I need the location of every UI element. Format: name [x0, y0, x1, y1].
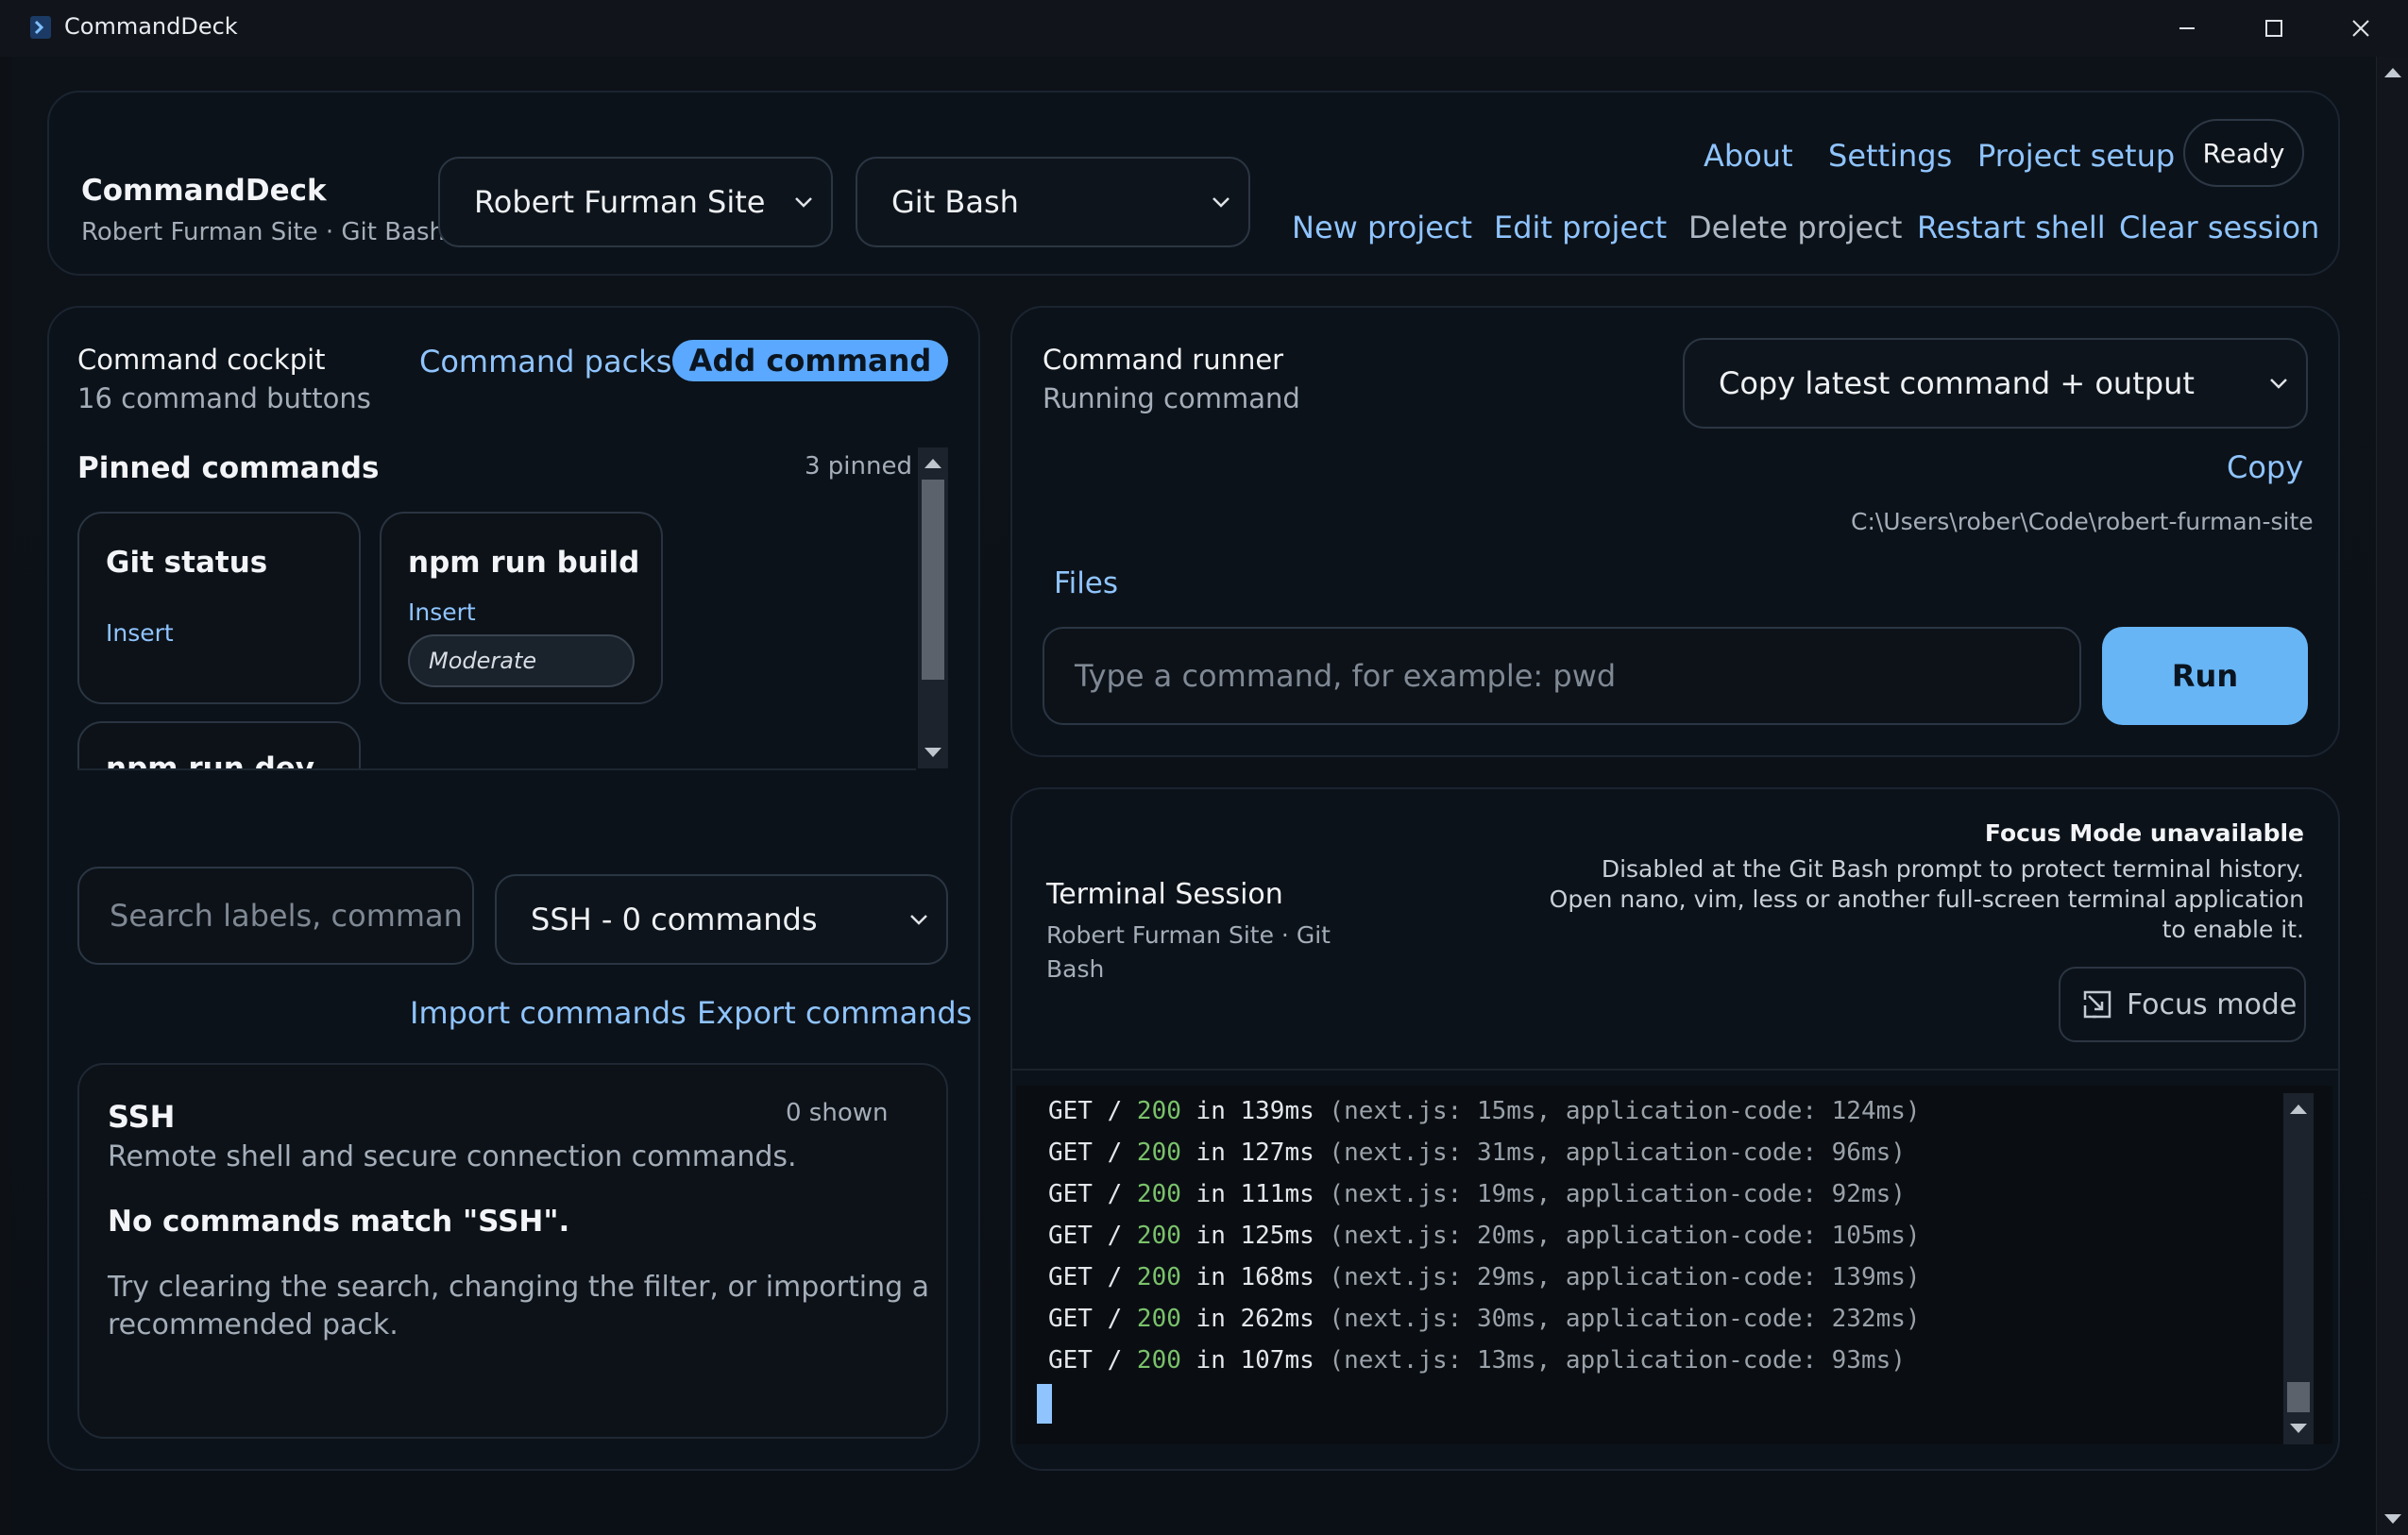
group-name: SSH — [108, 1099, 176, 1135]
terminal-line: GET / 200 in 262ms (next.js: 30ms, appli… — [1048, 1305, 1921, 1333]
terminal-scrollbar[interactable] — [2283, 1093, 2314, 1444]
cockpit-count: 16 command buttons — [77, 382, 371, 414]
terminal-line: GET / 200 in 139ms (next.js: 15ms, appli… — [1048, 1097, 1921, 1125]
status-badge: Ready — [2183, 119, 2304, 187]
close-icon — [2352, 20, 2369, 37]
header-subtitle: Robert Furman Site · Git Bash — [81, 218, 446, 246]
empty-state-hint: Try clearing the search, changing the fi… — [108, 1271, 930, 1304]
files-link[interactable]: Files — [1054, 566, 1118, 600]
focus-mode-label: Focus mode — [2127, 987, 2298, 1021]
shell-select-value: Git Bash — [891, 184, 1019, 220]
pinned-command-name: npm run dev — [106, 751, 314, 770]
terminal-line: GET / 200 in 168ms (next.js: 29ms, appli… — [1048, 1263, 1921, 1291]
project-setup-link[interactable]: Project setup — [1977, 138, 2175, 174]
terminal-line: GET / 200 in 125ms (next.js: 20ms, appli… — [1048, 1222, 1921, 1250]
delete-project-link[interactable]: Delete project — [1688, 210, 1902, 245]
chevron-down-icon — [910, 915, 927, 925]
close-button[interactable] — [2323, 8, 2399, 49]
scroll-down-icon[interactable] — [2290, 1424, 2307, 1433]
pinned-command-card[interactable]: Git status Insert — [77, 512, 361, 704]
command-filter-select[interactable]: SSH - 0 commands — [495, 874, 948, 965]
chevron-down-icon — [2270, 379, 2287, 389]
terminal-title: Terminal Session — [1046, 878, 1283, 911]
pinned-count: 3 pinned — [805, 452, 912, 481]
scroll-down-icon[interactable] — [2384, 1514, 2401, 1524]
terminal-line: GET / 200 in 107ms (next.js: 13ms, appli… — [1048, 1346, 1906, 1375]
import-commands-link[interactable]: Import commands — [410, 995, 687, 1031]
chevron-down-icon — [795, 197, 812, 208]
pinned-scrollbar[interactable] — [918, 447, 948, 768]
settings-link[interactable]: Settings — [1828, 138, 1952, 174]
terminal-divider — [1012, 1069, 2338, 1071]
command-group-card: SSH 0 shown Remote shell and secure conn… — [77, 1063, 948, 1439]
terminal-line: GET / 200 in 127ms (next.js: 31ms, appli… — [1048, 1139, 1906, 1167]
window-title: CommandDeck — [64, 13, 238, 40]
window-edge — [0, 57, 11, 1535]
window-scrollbar[interactable] — [2376, 57, 2408, 1535]
about-link[interactable]: About — [1704, 138, 1793, 174]
new-project-link[interactable]: New project — [1292, 210, 1472, 245]
terminal-subtitle-continued: Bash — [1046, 955, 1105, 983]
insert-link[interactable]: Insert — [408, 599, 476, 626]
filter-select-value: SSH - 0 commands — [531, 902, 818, 937]
focus-mode-note-2: Open nano, vim, less or another full-scr… — [1549, 886, 2304, 913]
add-command-button[interactable]: Add command — [672, 340, 948, 381]
focus-mode-note: Disabled at the Git Bash prompt to prote… — [1601, 855, 2304, 883]
expand-icon — [2083, 990, 2111, 1019]
app-name: CommandDeck — [81, 174, 327, 208]
minimize-icon — [2179, 27, 2195, 29]
restart-shell-link[interactable]: Restart shell — [1917, 210, 2106, 245]
project-select[interactable]: Robert Furman Site — [438, 157, 833, 247]
cockpit-title: Command cockpit — [77, 344, 326, 376]
shell-select[interactable]: Git Bash — [856, 157, 1250, 247]
maximize-button[interactable] — [2236, 8, 2312, 49]
scroll-down-icon[interactable] — [924, 748, 941, 757]
pinned-heading: Pinned commands — [77, 451, 380, 485]
runner-status: Running command — [1043, 382, 1300, 414]
export-commands-link[interactable]: Export commands — [697, 995, 972, 1031]
copy-button[interactable]: Copy — [2227, 449, 2303, 485]
insert-link[interactable]: Insert — [106, 619, 174, 647]
focus-mode-note-3: to enable it. — [2162, 916, 2304, 943]
terminal-subtitle: Robert Furman Site · Git — [1046, 921, 1331, 949]
scroll-thumb[interactable] — [922, 480, 944, 680]
command-search-input[interactable]: Search labels, comman — [77, 867, 474, 965]
chevron-down-icon — [1212, 197, 1229, 208]
group-shown-count: 0 shown — [786, 1099, 889, 1127]
pinned-commands-list: Git status Insert npm run build Insert M… — [77, 502, 916, 770]
pinned-command-card[interactable]: npm run dev — [77, 721, 361, 770]
command-input[interactable]: Type a command, for example: pwd — [1043, 627, 2081, 725]
focus-mode-title: Focus Mode unavailable — [1984, 819, 2304, 847]
runner-title: Command runner — [1043, 344, 1284, 376]
project-select-value: Robert Furman Site — [474, 184, 766, 220]
risk-badge: Moderate — [408, 634, 635, 687]
edit-project-link[interactable]: Edit project — [1494, 210, 1667, 245]
group-description: Remote shell and secure connection comma… — [108, 1140, 797, 1173]
scroll-thumb[interactable] — [2287, 1382, 2310, 1412]
minimize-button[interactable] — [2149, 8, 2225, 49]
app-logo-icon — [30, 16, 51, 39]
working-directory-path: C:\Users\rober\Code\robert-furman-site — [1851, 508, 2314, 535]
pinned-command-name: npm run build — [408, 546, 640, 580]
window-titlebar — [0, 0, 2408, 57]
pinned-command-name: Git status — [106, 546, 268, 580]
scroll-up-icon[interactable] — [924, 459, 941, 468]
maximize-icon — [2265, 20, 2282, 37]
scroll-up-icon[interactable] — [2290, 1105, 2307, 1114]
focus-mode-button[interactable]: Focus mode — [2059, 967, 2306, 1042]
copy-mode-select[interactable]: Copy latest command + output — [1683, 338, 2308, 429]
empty-state-title: No commands match "SSH". — [108, 1205, 570, 1239]
empty-state-hint-continued: recommended pack. — [108, 1308, 399, 1341]
copy-mode-value: Copy latest command + output — [1719, 365, 2195, 401]
pinned-command-card[interactable]: npm run build Insert Moderate — [380, 512, 663, 704]
terminal-line: GET / 200 in 111ms (next.js: 19ms, appli… — [1048, 1180, 1906, 1208]
run-button[interactable]: Run — [2102, 627, 2308, 725]
scroll-up-icon[interactable] — [2384, 68, 2401, 77]
terminal-cursor — [1037, 1384, 1052, 1424]
clear-session-link[interactable]: Clear session — [2119, 210, 2319, 245]
command-packs-link[interactable]: Command packs — [419, 344, 671, 380]
